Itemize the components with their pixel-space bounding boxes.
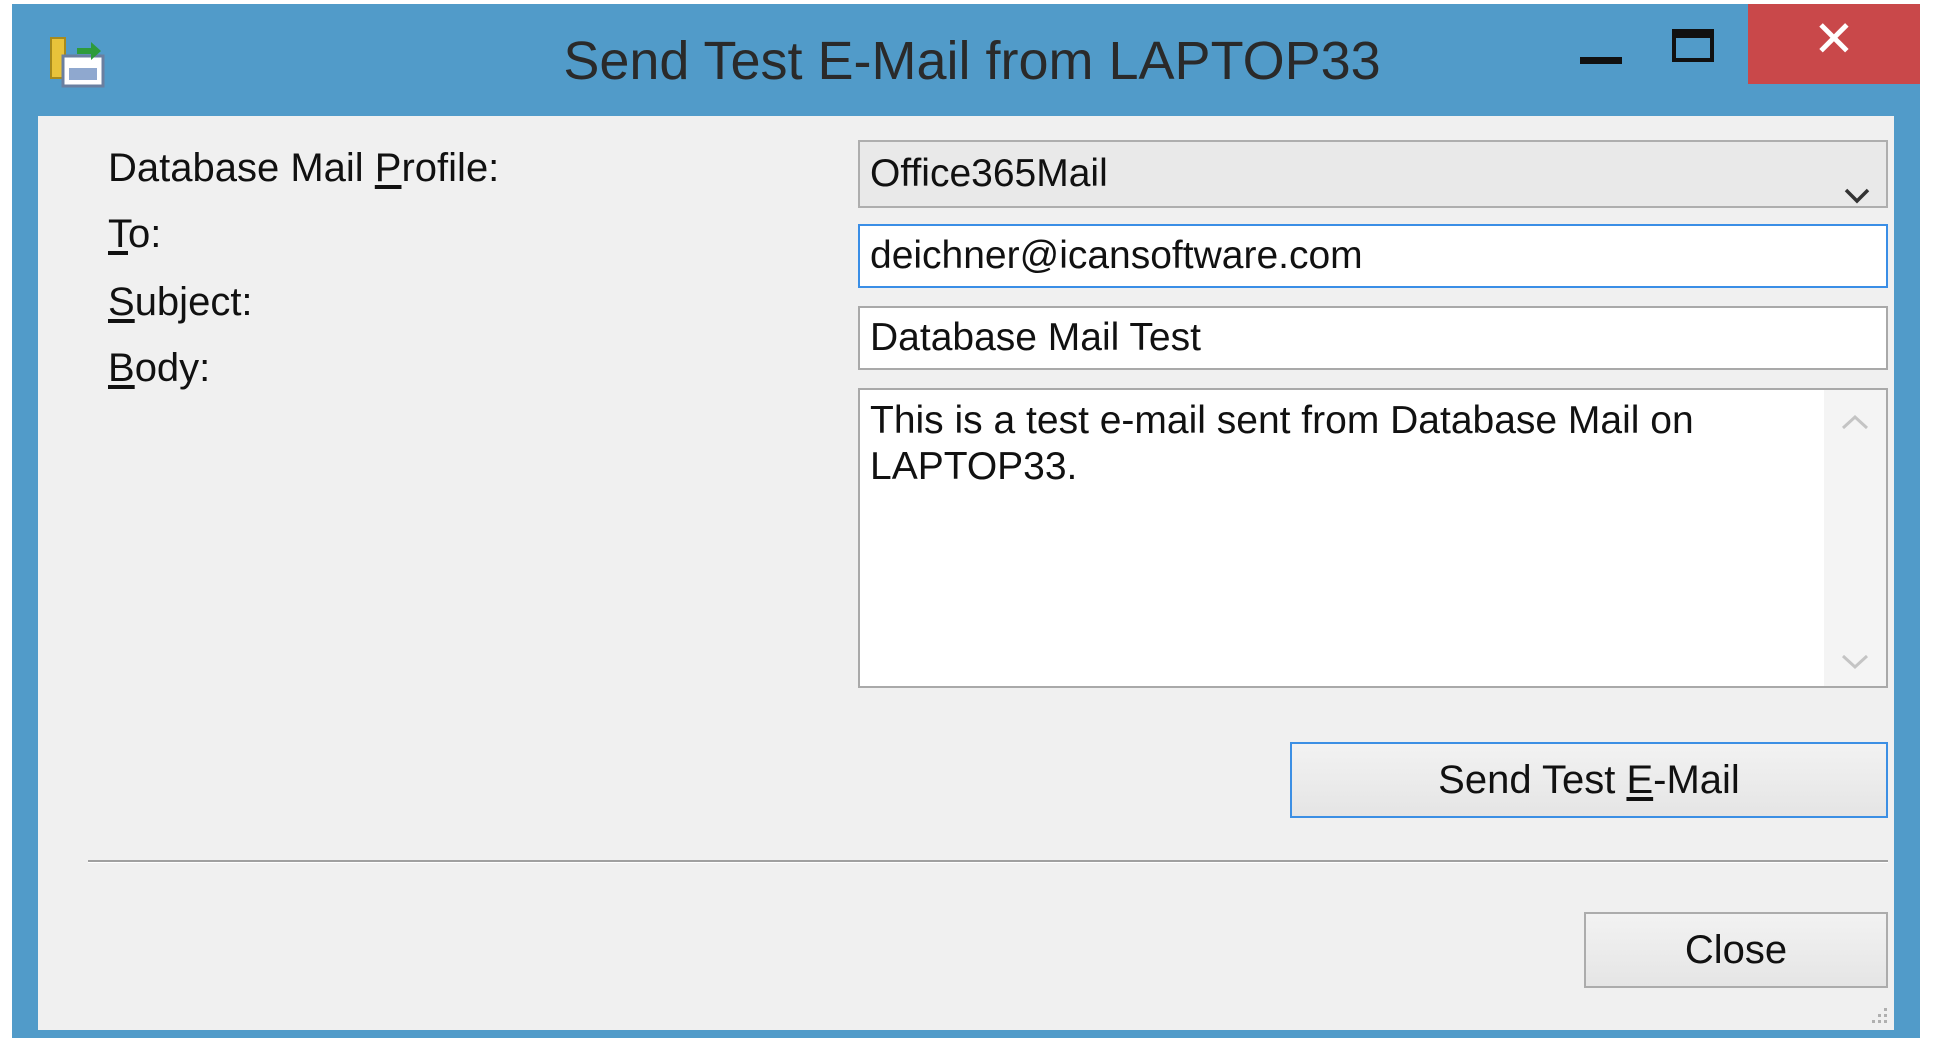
maximize-button[interactable] <box>1652 4 1742 84</box>
profile-selected-value: Office365Mail <box>870 152 1108 195</box>
minimize-icon <box>1580 57 1622 64</box>
scroll-up-icon[interactable] <box>1840 412 1870 432</box>
dialog-client-area: Database Mail Profile: Office365Mail To:… <box>38 116 1894 1030</box>
title-bar[interactable]: Send Test E-Mail from LAPTOP33 ✕ <box>12 4 1920 116</box>
subject-input[interactable]: Database Mail Test <box>858 306 1888 370</box>
scroll-down-icon[interactable] <box>1840 652 1870 672</box>
body-scrollbar[interactable] <box>1824 390 1886 686</box>
profile-dropdown[interactable]: Office365Mail <box>858 140 1888 208</box>
chevron-down-icon[interactable] <box>1844 164 1870 204</box>
to-label: To: <box>108 212 162 256</box>
to-value: deichner@icansoftware.com <box>870 234 1363 277</box>
close-window-button[interactable]: ✕ <box>1748 4 1920 84</box>
close-icon: ✕ <box>1813 10 1855 68</box>
subject-label: Subject: <box>108 280 253 324</box>
send-test-email-window: Send Test E-Mail from LAPTOP33 ✕ Databas… <box>12 4 1920 1038</box>
close-button[interactable]: Close <box>1584 912 1888 988</box>
divider <box>88 860 1888 863</box>
subject-value: Database Mail Test <box>870 316 1201 359</box>
minimize-button[interactable] <box>1557 4 1647 84</box>
resize-grip-icon[interactable] <box>1868 1004 1890 1026</box>
send-test-email-button[interactable]: Send Test E-Mail <box>1290 742 1888 818</box>
maximize-icon <box>1672 29 1714 62</box>
profile-label: Database Mail Profile: <box>108 146 500 190</box>
body-textarea[interactable]: This is a test e-mail sent from Database… <box>858 388 1888 688</box>
body-value: This is a test e-mail sent from Database… <box>870 399 1694 488</box>
to-input[interactable]: deichner@icansoftware.com <box>858 224 1888 288</box>
body-label: Body: <box>108 346 211 390</box>
